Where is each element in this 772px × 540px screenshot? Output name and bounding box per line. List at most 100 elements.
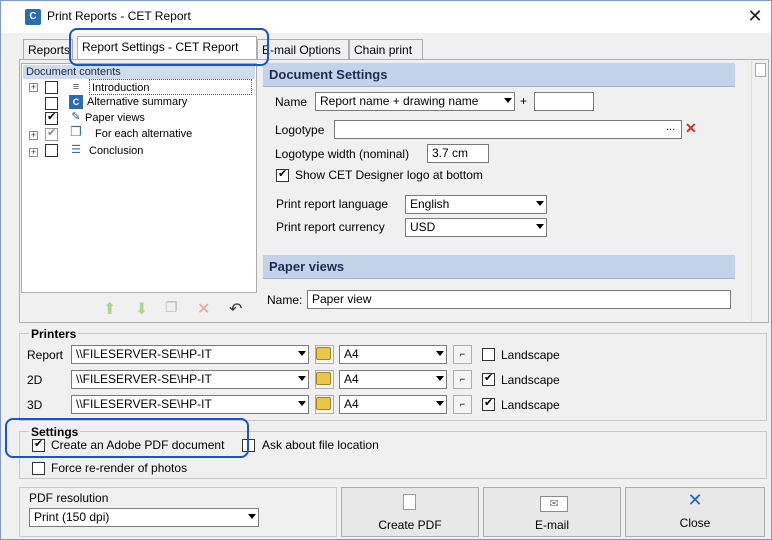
- logotype-input[interactable]: [334, 120, 682, 139]
- landscape-label-2d: Landscape: [501, 373, 560, 387]
- move-down-icon[interactable]: ⬇: [135, 299, 148, 319]
- cet-app-icon: C: [25, 9, 41, 25]
- chevron-down-icon: [536, 201, 544, 206]
- page-setup-button-2d[interactable]: ⌐: [453, 370, 472, 389]
- chevron-down-icon: [436, 351, 444, 356]
- tab-highlight-annotation: [69, 28, 269, 66]
- window-title: Print Reports - CET Report: [47, 9, 191, 23]
- pages-stack-icon: ❐: [70, 124, 82, 139]
- pdf-resolution-select[interactable]: Print (150 dpi): [29, 508, 259, 527]
- tree-checkbox-introduction[interactable]: [45, 81, 58, 94]
- expand-icon[interactable]: +: [29, 83, 38, 92]
- printer-row-label-2d: 2D: [27, 373, 43, 387]
- currency-label: Print report currency: [276, 220, 385, 234]
- tree-checkbox-alternative-summary[interactable]: [45, 97, 58, 110]
- expand-icon[interactable]: +: [29, 148, 38, 157]
- printer-value-2d: \\FILESERVER-SE\HP-IT: [76, 372, 212, 386]
- delete-icon[interactable]: ✕: [197, 299, 210, 319]
- printer-select-report[interactable]: \\FILESERVER-SE\HP-IT: [71, 345, 309, 364]
- document-icon: ≡: [72, 81, 80, 93]
- tree-item-conclusion[interactable]: Conclusion: [89, 143, 143, 159]
- tree-checkbox-for-each-alternative[interactable]: [45, 126, 58, 141]
- tree-item-paper-views[interactable]: Paper views: [85, 110, 145, 126]
- paper-views-header: Paper views: [263, 255, 735, 279]
- landscape-checkbox-3d[interactable]: [482, 396, 495, 411]
- name-label: Name: [275, 95, 308, 109]
- logotype-label: Logotype: [275, 123, 325, 137]
- paper-view-name-input[interactable]: Paper view: [307, 290, 731, 309]
- paper-value-2d: A4: [344, 372, 359, 386]
- rerender-photos-checkbox[interactable]: [32, 462, 45, 475]
- close-window-icon[interactable]: ✕: [743, 5, 767, 27]
- paper-value-report: A4: [344, 347, 359, 361]
- close-button[interactable]: ✕ Close: [625, 487, 765, 537]
- printer-properties-button-report[interactable]: [315, 345, 334, 364]
- show-logo-checkbox[interactable]: [276, 167, 289, 182]
- pdf-resolution-label: PDF resolution: [29, 491, 109, 505]
- folder-icon: [316, 397, 331, 410]
- printer-value-3d: \\FILESERVER-SE\HP-IT: [76, 397, 212, 411]
- chevron-down-icon: [298, 376, 306, 381]
- printer-select-2d[interactable]: \\FILESERVER-SE\HP-IT: [71, 370, 309, 389]
- tree-checkbox-paper-views[interactable]: [45, 110, 58, 125]
- pdf-document-icon: [403, 494, 416, 510]
- email-label: E-mail: [534, 518, 569, 532]
- name-select-value: Report name + drawing name: [320, 94, 479, 108]
- email-button[interactable]: ✉ E-mail: [483, 487, 621, 537]
- tree-item-introduction[interactable]: Introduction: [89, 79, 252, 95]
- pencil-icon: ✎: [71, 111, 81, 123]
- settings-highlight-annotation: [5, 418, 249, 458]
- undo-icon[interactable]: ↶: [229, 299, 242, 319]
- tree-checkbox-conclusion[interactable]: [45, 144, 58, 157]
- printer-row-label-report: Report: [27, 348, 64, 362]
- settings-scrollbar[interactable]: [751, 61, 768, 321]
- paper-value-3d: A4: [344, 397, 359, 411]
- ask-location-label: Ask about file location: [262, 438, 379, 452]
- landscape-checkbox-2d[interactable]: [482, 371, 495, 386]
- logo-width-label: Logotype width (nominal): [275, 147, 410, 161]
- document-settings-header: Document Settings: [263, 63, 735, 87]
- tree-item-for-each-alternative[interactable]: For each alternative: [95, 126, 192, 142]
- printer-properties-button-2d[interactable]: [315, 370, 334, 389]
- printer-select-3d[interactable]: \\FILESERVER-SE\HP-IT: [71, 395, 309, 414]
- tab-chain-print[interactable]: Chain print: [349, 39, 423, 60]
- tab-email-options[interactable]: E-mail Options: [257, 39, 349, 60]
- envelope-icon: ✉: [540, 496, 568, 512]
- tree-item-alternative-summary[interactable]: Alternative summary: [87, 94, 187, 110]
- expand-icon[interactable]: +: [29, 131, 38, 140]
- name-suffix-input[interactable]: [534, 92, 594, 111]
- chevron-down-icon: [436, 401, 444, 406]
- chevron-down-icon: [298, 351, 306, 356]
- close-icon: ✕: [687, 490, 703, 510]
- show-logo-label: Show CET Designer logo at bottom: [295, 168, 483, 182]
- logo-width-input[interactable]: 3.7 cm: [427, 144, 489, 163]
- printer-row-label-3d: 3D: [27, 398, 43, 412]
- printer-properties-button-3d[interactable]: [315, 395, 334, 414]
- pdf-resolution-value: Print (150 dpi): [34, 510, 110, 524]
- copy-icon[interactable]: ❐: [165, 299, 178, 316]
- scrollbar-thumb[interactable]: [755, 63, 766, 77]
- landscape-checkbox-report[interactable]: [482, 348, 495, 361]
- landscape-label-report: Landscape: [501, 348, 560, 362]
- language-label: Print report language: [276, 197, 389, 211]
- landscape-label-3d: Landscape: [501, 398, 560, 412]
- page-setup-button-3d[interactable]: ⌐: [453, 395, 472, 414]
- paper-select-report[interactable]: A4: [339, 345, 447, 364]
- page-setup-button-report[interactable]: ⌐: [453, 345, 472, 364]
- clear-logo-icon[interactable]: ✕: [685, 120, 697, 137]
- paper-select-2d[interactable]: A4: [339, 370, 447, 389]
- printers-title: Printers: [29, 327, 79, 341]
- print-reports-window: C Print Reports - CET Report ✕ Reports R…: [0, 0, 772, 540]
- chevron-down-icon: [504, 98, 512, 103]
- tab-reports[interactable]: Reports: [23, 39, 73, 60]
- chevron-down-icon: [298, 401, 306, 406]
- create-pdf-button[interactable]: Create PDF: [341, 487, 479, 537]
- currency-select[interactable]: USD: [405, 218, 547, 237]
- tree-header: Document contents: [23, 65, 255, 79]
- move-up-icon[interactable]: ⬆: [103, 299, 116, 319]
- browse-button[interactable]: ...: [666, 121, 675, 133]
- language-value: English: [410, 197, 450, 211]
- language-select[interactable]: English: [405, 195, 547, 214]
- paper-select-3d[interactable]: A4: [339, 395, 447, 414]
- name-select[interactable]: Report name + drawing name: [315, 92, 515, 111]
